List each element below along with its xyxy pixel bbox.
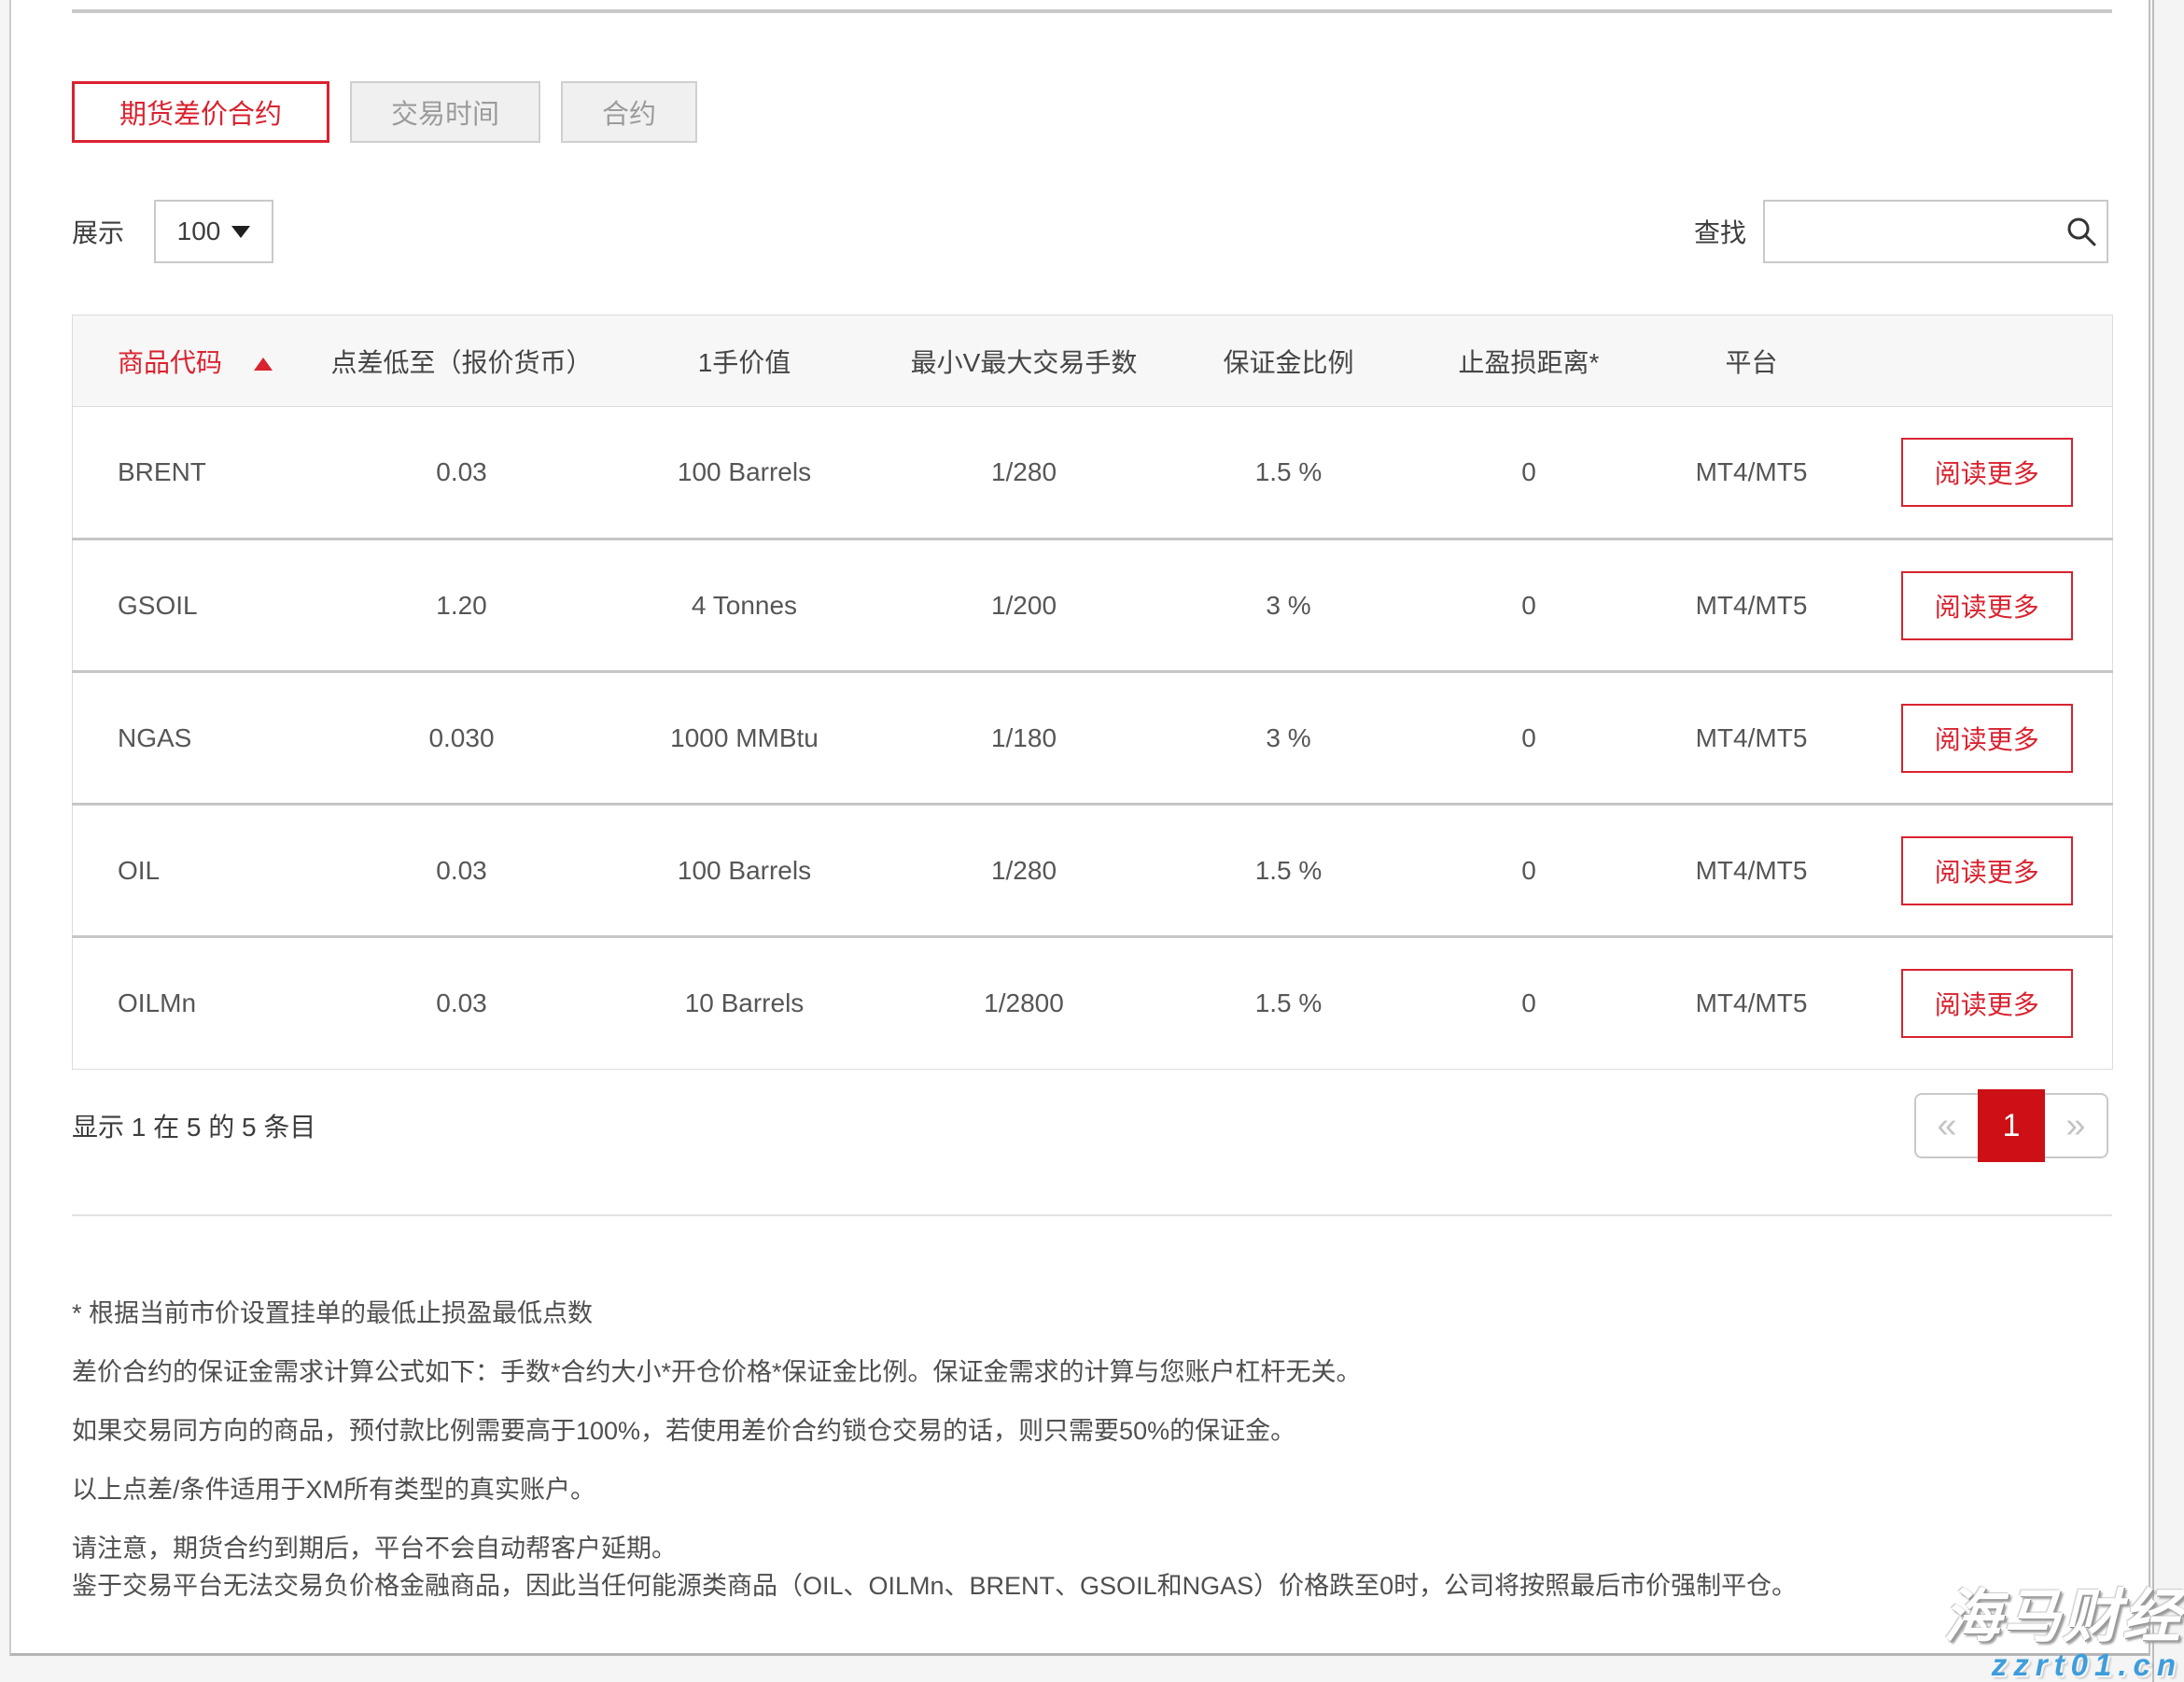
cell-spread: 0.03 (322, 937, 602, 1070)
cell-symbol: BRENT (73, 407, 322, 540)
show-entries-label: 展示 (72, 213, 124, 250)
content-panel: 期货差价合约 交易时间 合约 展示 100 查找 (9, 0, 2150, 1656)
table-row: NGAS 0.030 1000 MMBtu 1/180 3 % 0 MT4/MT… (73, 672, 2113, 805)
cell-min-max: 1/280 (888, 805, 1161, 937)
cell-sl-tp: 0 (1417, 407, 1642, 540)
cell-margin: 1.5 % (1161, 805, 1417, 937)
read-more-button[interactable]: 阅读更多 (1901, 969, 2073, 1038)
page-size-value: 100 (177, 217, 221, 246)
search-box (1763, 200, 2108, 263)
read-more-button[interactable]: 阅读更多 (1901, 836, 2073, 905)
tab-trading-hours[interactable]: 交易时间 (350, 81, 540, 143)
cell-sl-tp: 0 (1417, 540, 1642, 672)
read-more-button[interactable]: 阅读更多 (1901, 571, 2073, 640)
cell-symbol: OILMn (73, 937, 322, 1070)
cell-min-max: 1/280 (888, 407, 1161, 540)
double-chevron-right-icon: » (2065, 1106, 2085, 1146)
cell-min-max: 1/200 (888, 540, 1161, 672)
table-row: OIL 0.03 100 Barrels 1/280 1.5 % 0 MT4/M… (73, 805, 2113, 937)
cell-lot-value: 4 Tonnes (602, 540, 888, 672)
read-more-button[interactable]: 阅读更多 (1901, 438, 2073, 507)
cell-platform: MT4/MT5 (1642, 407, 1862, 540)
watermark: 海马财经 zzrt01.cn (1943, 1587, 2182, 1682)
read-more-button[interactable]: 阅读更多 (1901, 704, 2073, 773)
footnote-negative-prices: 鉴于交易平台无法交易负价格金融商品，因此当任何能源类商品（OIL、OILMn、B… (72, 1567, 2108, 1605)
watermark-site-url: zzrt01.cn (1943, 1648, 2182, 1682)
table-controls: 展示 100 查找 (72, 200, 2108, 263)
cell-margin: 3 % (1161, 540, 1417, 672)
header-platform[interactable]: 平台 (1642, 315, 1862, 407)
top-divider (72, 9, 2112, 13)
pagination-page-1[interactable]: 1 (1978, 1089, 2045, 1162)
scrollbar-track[interactable] (2152, 0, 2184, 1682)
cell-sl-tp: 0 (1417, 672, 1642, 805)
header-margin[interactable]: 保证金比例 (1161, 315, 1417, 407)
search-icon[interactable] (2065, 216, 2097, 247)
pagination-prev-button[interactable]: « (1914, 1093, 1978, 1158)
cell-platform: MT4/MT5 (1642, 672, 1862, 805)
page-size-select[interactable]: 100 (154, 200, 273, 263)
footnote-applies-to-accounts: 以上点差/条件适用于XM所有类型的真实账户。 (72, 1471, 2108, 1508)
sort-asc-icon (254, 357, 273, 371)
cell-platform: MT4/MT5 (1642, 805, 1862, 937)
footnote-stop-levels: * 根据当前市价设置挂单的最低止损盈最低点数 (72, 1295, 2108, 1332)
cell-margin: 1.5 % (1161, 407, 1417, 540)
category-tabs: 期货差价合约 交易时间 合约 (72, 81, 2108, 143)
table-row: BRENT 0.03 100 Barrels 1/280 1.5 % 0 MT4… (73, 407, 2113, 540)
entries-summary: 显示 1 在 5 的 5 条目 (72, 1107, 315, 1144)
cell-spread: 0.03 (322, 805, 602, 937)
header-symbol[interactable]: 商品代码 (73, 315, 322, 407)
cell-sl-tp: 0 (1417, 937, 1642, 1070)
table-row: OILMn 0.03 10 Barrels 1/2800 1.5 % 0 MT4… (73, 937, 2113, 1070)
cell-lot-value: 10 Barrels (602, 937, 888, 1070)
cell-symbol: NGAS (73, 672, 322, 805)
cell-min-max: 1/180 (888, 672, 1161, 805)
cell-platform: MT4/MT5 (1642, 937, 1862, 1070)
cell-margin: 1.5 % (1161, 937, 1417, 1070)
header-actions (1862, 315, 2113, 407)
contracts-table: 商品代码 点差低至（报价货币） 1手价值 最小V最大交易手数 保证金比例 止盈损… (72, 315, 2113, 1070)
cell-spread: 0.03 (322, 407, 602, 540)
table-footer: 显示 1 在 5 的 5 条目 « 1 » (72, 1088, 2108, 1163)
cell-lot-value: 100 Barrels (602, 805, 888, 937)
cell-lot-value: 1000 MMBtu (602, 672, 888, 805)
cell-min-max: 1/2800 (888, 937, 1161, 1070)
chevron-down-icon (231, 226, 250, 238)
footnote-expiry-notice: 请注意，期货合约到期后，平台不会自动帮客户延期。 (72, 1530, 2108, 1567)
footnote-margin-formula: 差价合约的保证金需求计算公式如下：手数*合约大小*开仓价格*保证金比例。保证金需… (72, 1353, 2108, 1391)
cell-symbol: GSOIL (73, 540, 322, 672)
footnotes: * 根据当前市价设置挂单的最低止损盈最低点数 差价合约的保证金需求计算公式如下：… (72, 1295, 2108, 1605)
cell-spread: 1.20 (322, 540, 602, 672)
footnote-hedged-margin: 如果交易同方向的商品，预付款比例需要高于100%，若使用差价合约锁仓交易的话，则… (72, 1412, 2108, 1450)
watermark-logo-text: 海马财经 (1943, 1587, 2182, 1648)
header-spread[interactable]: 点差低至（报价货币） (322, 315, 602, 407)
pagination-next-button[interactable]: » (2045, 1093, 2108, 1158)
header-lot-value[interactable]: 1手价值 (602, 315, 888, 407)
search-label: 查找 (1694, 213, 1746, 250)
pagination: « 1 » (1914, 1089, 2108, 1162)
header-sl-tp-distance[interactable]: 止盈损距离* (1417, 315, 1642, 407)
tab-futures-cfd[interactable]: 期货差价合约 (72, 81, 329, 143)
double-chevron-left-icon: « (1937, 1106, 1956, 1146)
header-min-max-lots[interactable]: 最小V最大交易手数 (888, 315, 1161, 407)
header-symbol-label: 商品代码 (118, 348, 222, 377)
cell-margin: 3 % (1161, 672, 1417, 805)
section-divider (72, 1214, 2112, 1216)
cell-lot-value: 100 Barrels (602, 407, 888, 540)
table-header-row: 商品代码 点差低至（报价货币） 1手价值 最小V最大交易手数 保证金比例 止盈损… (73, 315, 2113, 407)
cell-spread: 0.030 (322, 672, 602, 805)
tab-trading-hours-label: 交易时间 (391, 92, 499, 132)
cell-sl-tp: 0 (1417, 805, 1642, 937)
search-input[interactable] (1763, 200, 2108, 263)
cell-platform: MT4/MT5 (1642, 540, 1862, 672)
tab-futures-cfd-label: 期货差价合约 (119, 92, 282, 132)
table-row: GSOIL 1.20 4 Tonnes 1/200 3 % 0 MT4/MT5 … (73, 540, 2113, 672)
tab-contracts[interactable]: 合约 (561, 81, 697, 143)
tab-contracts-label: 合约 (602, 92, 656, 132)
cell-symbol: OIL (73, 805, 322, 937)
